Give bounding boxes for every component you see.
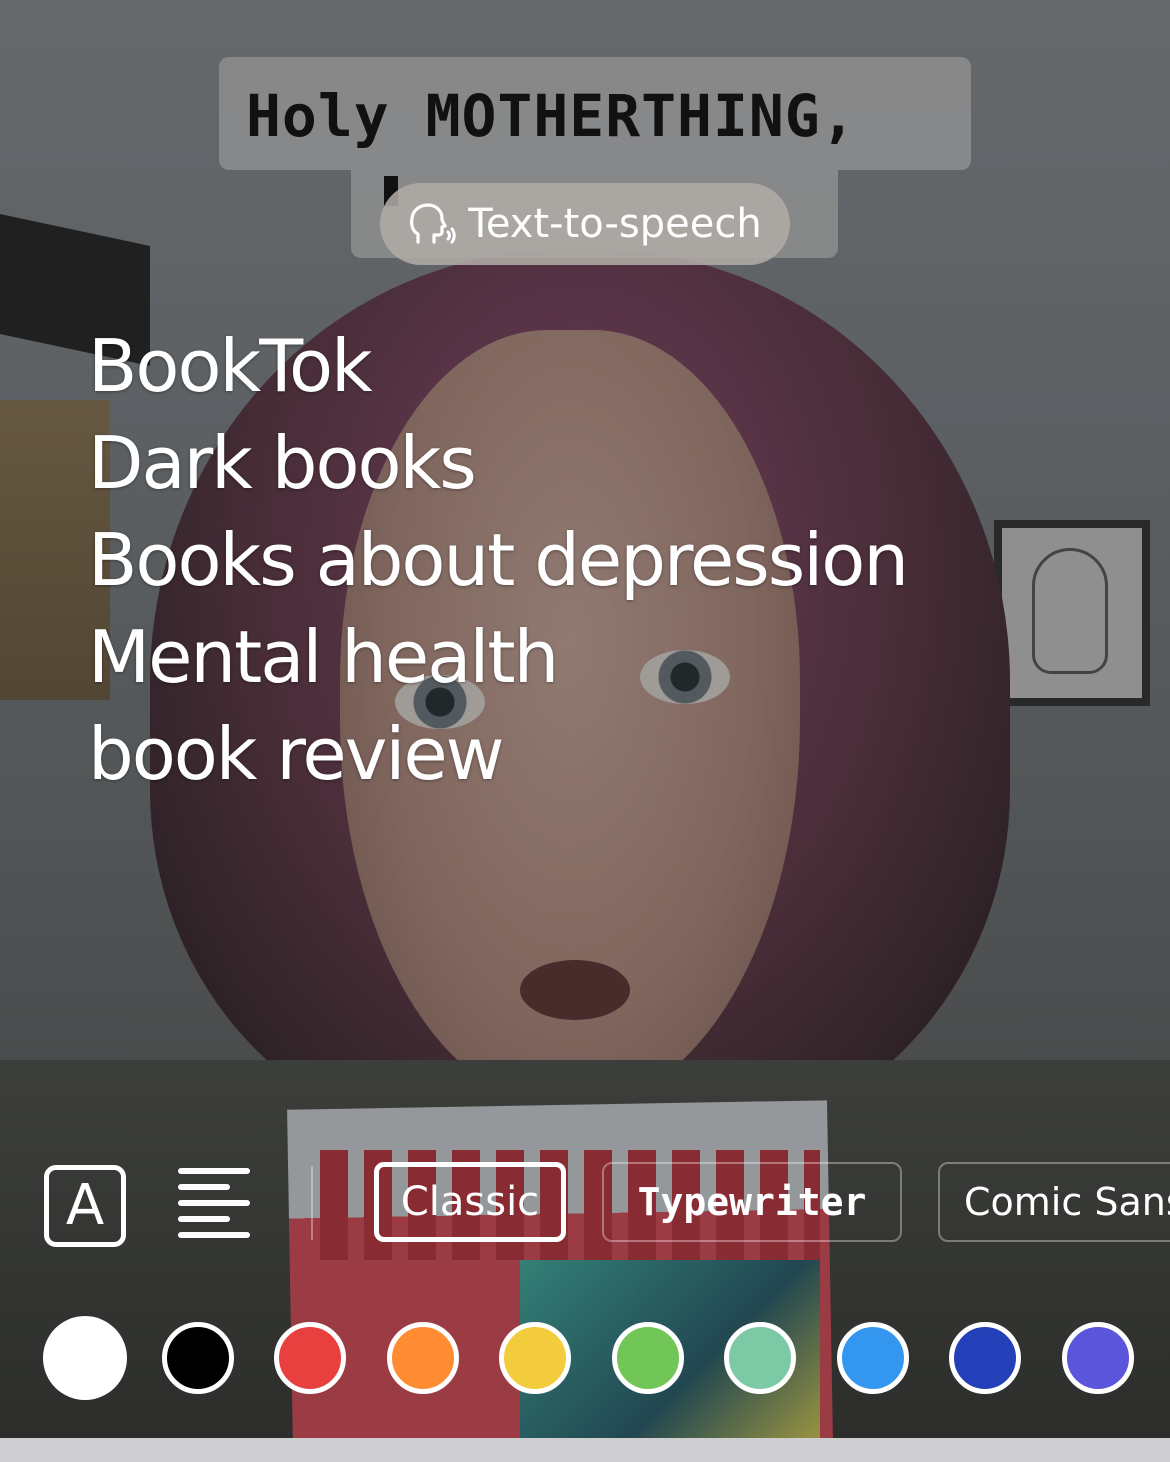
text-style-glyph: A [65, 1173, 105, 1238]
toolbar-divider [311, 1166, 313, 1240]
align-bar [178, 1232, 250, 1238]
color-swatch-navy-blue[interactable] [949, 1322, 1021, 1394]
text-background-icon[interactable]: A [44, 1165, 126, 1247]
font-option-label: Comic Sans [964, 1180, 1170, 1224]
text-to-speech-label: Text-to-speech [468, 201, 762, 247]
overlay-text-line: BookTok [88, 324, 373, 408]
font-option-classic[interactable]: Classic [374, 1162, 566, 1242]
caption-text: Holy MOTHERTHING, [246, 82, 857, 150]
overlay-text-line: Dark books [88, 421, 477, 505]
overlay-text-line: Mental health [88, 615, 559, 699]
color-swatch-red[interactable] [274, 1322, 346, 1394]
color-swatch-orange[interactable] [386, 1322, 459, 1394]
color-swatch-black[interactable] [161, 1322, 234, 1394]
font-option-typewriter[interactable]: Typewriter [602, 1162, 902, 1242]
align-bar [178, 1184, 230, 1190]
overlay-text-line: Books about depression [88, 518, 909, 602]
align-bar [178, 1216, 230, 1222]
bottom-bar [0, 1438, 1170, 1462]
align-left-icon[interactable] [178, 1168, 254, 1238]
overlay-text-block[interactable]: BookTok Dark books Books about depressio… [88, 318, 909, 803]
align-bar [178, 1168, 250, 1174]
overlay-text-line: book review [88, 712, 504, 796]
color-swatch-green[interactable] [611, 1322, 684, 1394]
font-option-label: Typewriter [637, 1180, 867, 1224]
color-swatch-yellow[interactable] [499, 1322, 571, 1394]
align-bar [178, 1200, 250, 1206]
color-picker-row [0, 1316, 1170, 1406]
color-swatch-mint[interactable] [724, 1322, 796, 1394]
font-option-comic-sans[interactable]: Comic Sans [938, 1162, 1170, 1242]
font-option-label: Classic [400, 1179, 540, 1225]
text-to-speech-button[interactable]: Text-to-speech [380, 183, 790, 265]
color-swatch-sky-blue[interactable] [836, 1322, 909, 1394]
text-editor-screen: Holy MOTHERTHING, Text-to-speech BookTok… [0, 0, 1170, 1462]
color-swatch-purple[interactable] [1061, 1322, 1134, 1394]
color-swatch-white[interactable] [43, 1316, 127, 1400]
text-style-toolbar: A Classic Typewriter Comic Sans [0, 1160, 1170, 1248]
speaking-head-icon [408, 202, 457, 246]
